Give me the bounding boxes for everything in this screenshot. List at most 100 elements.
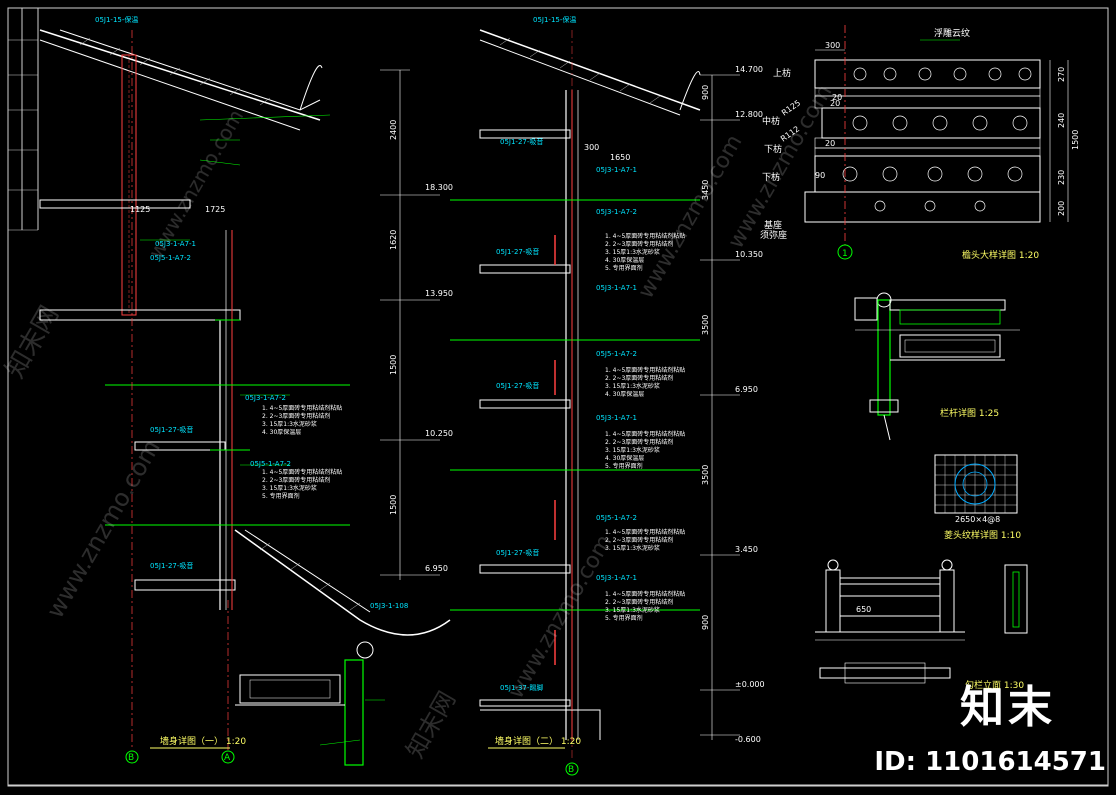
balustrade-dim: 650 — [856, 605, 871, 614]
notes-block-m4: 1. 4~5厚面砖专用粘结剂粘贴 2. 2~3厚面砖专用粘结剂 3. 15厚1:… — [605, 528, 685, 552]
callout-m-a7-1d: 05J3-1-A7-1 — [596, 574, 637, 582]
cloud-dim: 270 — [1057, 67, 1066, 82]
plan-dim: 1125 — [130, 205, 150, 214]
svg-text:www.znzmo.com: www.znzmo.com — [634, 131, 748, 303]
callout-m-a7-1b: 05J3-1-A7-1 — [596, 284, 637, 292]
svg-text:1. 4~5厚面砖专用粘结剂粘贴: 1. 4~5厚面砖专用粘结剂粘贴 — [605, 366, 685, 374]
svg-text:www.znzmo.com: www.znzmo.com — [41, 435, 166, 623]
svg-text:5. 专用界面剂: 5. 专用界面剂 — [262, 492, 300, 500]
cloud-dim: 240 — [1057, 113, 1066, 128]
callout-floor: 05J1-27-吸音 — [150, 425, 193, 434]
cloud-dim: 300 — [825, 41, 840, 50]
callout-floor-m2: 05J1-27-吸音 — [496, 247, 539, 256]
grid-label: 2650×4@8 — [955, 515, 1000, 524]
svg-text:5. 专用界面剂: 5. 专用界面剂 — [605, 462, 643, 470]
svg-text:1. 4~5厚面砖专用粘结剂粘贴: 1. 4~5厚面砖专用粘结剂粘贴 — [262, 468, 342, 476]
svg-text:3. 15厚1:3水泥砂浆: 3. 15厚1:3水泥砂浆 — [262, 420, 317, 428]
svg-text:知末网: 知末网 — [0, 301, 65, 384]
dim-label: 3500 — [701, 465, 710, 485]
svg-text:4. 30厚保温层: 4. 30厚保温层 — [605, 390, 644, 398]
title-eave-detail: 檐头大样详图 1:20 — [962, 249, 1039, 261]
svg-text:知末网: 知末网 — [401, 687, 461, 763]
svg-text:2. 2~3厚面砖专用粘结剂: 2. 2~3厚面砖专用粘结剂 — [605, 598, 673, 606]
svg-text:4. 30厚保温层: 4. 30厚保温层 — [605, 454, 644, 462]
pattern-detail — [934, 454, 1018, 514]
elevation-label: 6.950 — [425, 564, 448, 573]
dim-label: 900 — [701, 615, 710, 630]
callout-roof-2: 05J1-15-保温 — [533, 15, 576, 24]
elevation-label: 18.300 — [425, 183, 453, 192]
elevation-label: 13.950 — [425, 289, 453, 298]
notes-block-m2: 1. 4~5厚面砖专用粘结剂粘贴 2. 2~3厚面砖专用粘结剂 3. 15厚1:… — [605, 366, 685, 398]
dim-label: 1620 — [389, 230, 398, 250]
svg-text:4. 30厚保温层: 4. 30厚保温层 — [605, 256, 644, 264]
svg-text:2. 2~3厚面砖专用粘结剂: 2. 2~3厚面砖专用粘结剂 — [262, 476, 330, 484]
plan-dim: 1725 — [205, 205, 225, 214]
callout-floor-2: 05J1-27-吸音 — [150, 561, 193, 570]
svg-text:B: B — [568, 765, 574, 775]
cloud-dim: 1500 — [1071, 130, 1080, 150]
callout-a7-2-c: 05J5-1-A7-2 — [250, 460, 291, 468]
svg-text:1: 1 — [842, 249, 848, 259]
svg-text:2. 2~3厚面砖专用粘结剂: 2. 2~3厚面砖专用粘结剂 — [605, 374, 673, 382]
wall-detail-2 — [450, 29, 701, 760]
title-strip-rows — [8, 39, 38, 231]
svg-text:2. 2~3厚面砖专用粘结剂: 2. 2~3厚面砖专用粘结剂 — [262, 412, 330, 420]
title-wall-detail-2: 墙身详图（二） 1:20 — [495, 735, 581, 747]
cloud-dim: 230 — [1057, 170, 1066, 185]
base-label: 基座 — [764, 219, 782, 231]
elevation-label: 3.450 — [735, 545, 758, 554]
dim-label: 1500 — [389, 495, 398, 515]
notes-block-2: 1. 4~5厚面砖专用粘结剂粘贴 2. 2~3厚面砖专用粘结剂 3. 15厚1:… — [262, 468, 342, 500]
svg-text:1. 4~5厚面砖专用粘结剂粘贴: 1. 4~5厚面砖专用粘结剂粘贴 — [262, 404, 342, 412]
elevation-label: 12.800 — [735, 110, 763, 119]
elevation-label: 14.700 — [735, 65, 763, 74]
cad-canvas: 05J1-15-保温 05J3-1-A7-1 05J5-1-A7-2 05J3-… — [0, 7, 1109, 787]
svg-text:B: B — [128, 753, 134, 763]
elevation-label: -0.600 — [735, 735, 761, 744]
dim-label: 1500 — [389, 355, 398, 375]
title-wall-detail-1: 墙身详图（一） 1:20 — [160, 735, 246, 747]
svg-text:5. 专用界面剂: 5. 专用界面剂 — [605, 264, 643, 272]
middle-rail-label: 中枋 — [762, 115, 780, 127]
svg-text:2. 2~3厚面砖专用粘结剂: 2. 2~3厚面砖专用粘结剂 — [605, 438, 673, 446]
callout-floor-m: 05J1-27-吸音 — [500, 137, 543, 146]
svg-text:1. 4~5厚面砖专用粘结剂粘贴: 1. 4~5厚面砖专用粘结剂粘贴 — [605, 430, 685, 438]
cloud-relief-detail — [804, 25, 1069, 245]
callout-a7-2-b: 05J3-1-A7-2 — [245, 394, 286, 402]
cad-drawing-viewport: 05J1-15-保温 05J3-1-A7-1 05J5-1-A7-2 05J3-… — [0, 0, 1116, 795]
elevation-label: ±0.000 — [735, 680, 765, 689]
balustrade-elevation — [815, 559, 1028, 684]
dim-label: 900 — [701, 85, 710, 100]
axis-marker-b-2: B — [565, 762, 579, 776]
cloud-dim: 20 — [825, 139, 835, 148]
svg-text:3. 15厚1:3水泥砂浆: 3. 15厚1:3水泥砂浆 — [605, 382, 660, 390]
elevation-label: 10.250 — [425, 429, 453, 438]
elevation-label: 6.950 — [735, 385, 758, 394]
svg-text:4. 30厚保温层: 4. 30厚保温层 — [262, 428, 301, 436]
top-rail-label: 上枋 — [773, 67, 791, 79]
axis-marker-1: 1 — [837, 244, 853, 260]
cloud-dim: 200 — [1057, 201, 1066, 216]
svg-text:A: A — [224, 753, 231, 763]
drawing-border — [7, 7, 1109, 787]
callout-roof: 05J1-15-保温 — [95, 15, 138, 24]
brand-logo: 知末 — [960, 682, 1056, 733]
cloud-dim: 90 — [815, 171, 825, 180]
callout-floor-m4: 05J1-27-吸音 — [496, 548, 539, 557]
callout-floor-m3: 05J1-27-吸音 — [496, 381, 539, 390]
axis-marker-a: A — [221, 750, 235, 764]
svg-text:3. 15厚1:3水泥砂浆: 3. 15厚1:3水泥砂浆 — [605, 248, 660, 256]
svg-text:3. 15厚1:3水泥砂浆: 3. 15厚1:3水泥砂浆 — [605, 446, 660, 454]
svg-text:5. 专用界面剂: 5. 专用界面剂 — [605, 614, 643, 622]
callout-m-a7-1: 05J3-1-A7-1 — [596, 166, 637, 174]
callout-m-a7-2b: 05J5-1-A7-2 — [596, 350, 637, 358]
plan-dim: 300 — [584, 143, 599, 152]
title-railing-detail: 栏杆详图 1:25 — [940, 407, 999, 419]
svg-text:3. 15厚1:3水泥砂浆: 3. 15厚1:3水泥砂浆 — [262, 484, 317, 492]
callout-108: 05J3-1-108 — [370, 602, 408, 610]
elevation-label: 10.350 — [735, 250, 763, 259]
cloud-relief-label: 浮雕云纹 — [934, 27, 970, 39]
svg-text:3. 15厚1:3水泥砂浆: 3. 15厚1:3水泥砂浆 — [605, 606, 660, 614]
svg-text:1. 4~5厚面砖专用粘结剂粘贴: 1. 4~5厚面砖专用粘结剂粘贴 — [605, 528, 685, 536]
